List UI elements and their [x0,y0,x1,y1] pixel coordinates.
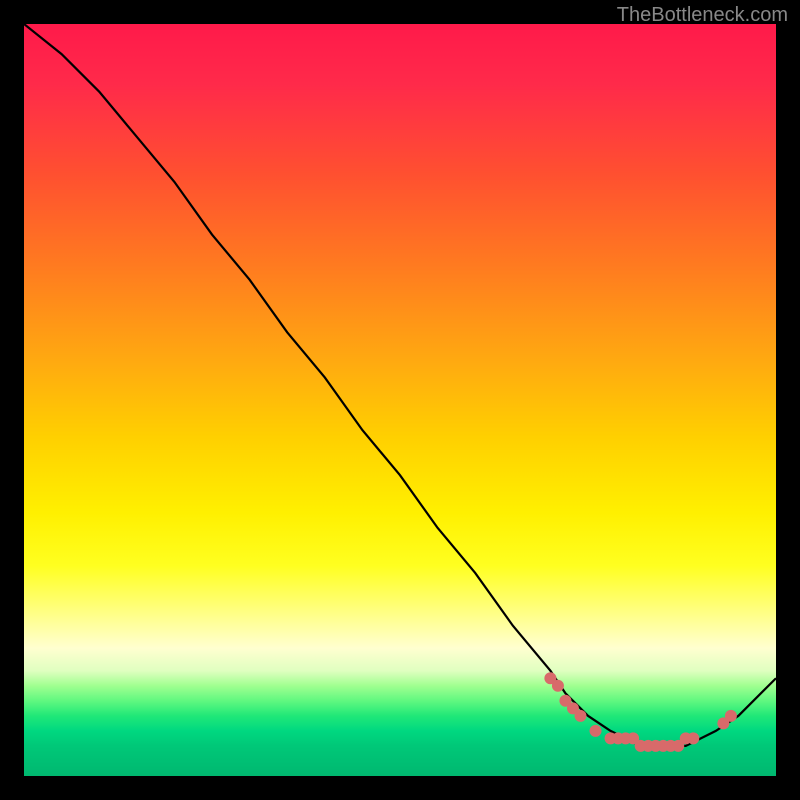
watermark-text: TheBottleneck.com [617,4,788,27]
data-marker [574,710,586,722]
data-marker [590,725,602,737]
chart-plot-area [24,24,776,776]
data-marker [552,680,564,692]
data-marker [687,732,699,744]
chart-svg [24,24,776,776]
data-marker [725,710,737,722]
bottleneck-curve [24,24,776,746]
marker-group [544,672,736,752]
